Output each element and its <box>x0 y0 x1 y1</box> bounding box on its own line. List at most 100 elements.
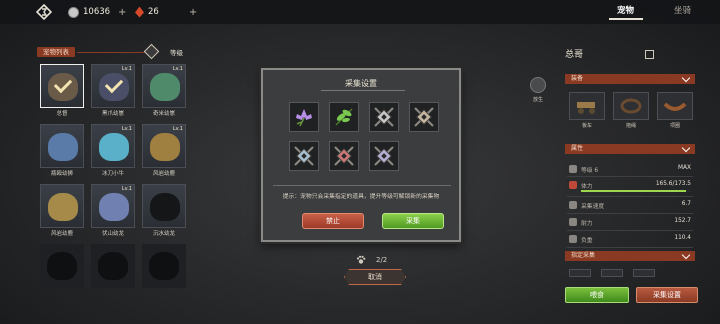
coin-icon <box>68 6 79 18</box>
attributes-section-header[interactable]: 属性 <box>565 143 695 154</box>
chevron-down-icon <box>681 143 691 153</box>
pet-level: Lv.1 <box>172 126 183 132</box>
collect-settings-button[interactable]: 采集设置 <box>636 287 698 303</box>
collectible-item[interactable] <box>329 141 359 171</box>
collectible-item[interactable] <box>409 102 439 132</box>
pet-card: Lv.1 <box>91 64 135 108</box>
title-divider <box>321 90 405 91</box>
herb-icon <box>335 108 353 126</box>
pet-card <box>40 64 84 108</box>
gem-icon <box>135 6 144 18</box>
pet-grid: 总督 Lv.1 黑爪幼崽 Lv.1 奇米幼崽 瓶殴幼狮 Lv.1 冰刀小牛 Lv.1 风岩幼鹿 风岩… <box>40 64 186 296</box>
pet-name: 总哥 <box>565 50 584 60</box>
collectible-item[interactable] <box>329 102 359 132</box>
pet-slot[interactable]: Lv.1 伏山幼龙 <box>91 184 135 237</box>
equipment-slot-cart[interactable]: 板车 <box>569 92 605 130</box>
pet-name: 风岩幼鹿 <box>152 171 175 177</box>
level-label: 等级 6 <box>581 168 599 174</box>
dialog-title: 采集设置 <box>345 79 377 88</box>
heart-icon <box>569 181 577 189</box>
endurance-row: 耐力 152.7 <box>567 214 693 231</box>
pet-card <box>142 184 186 228</box>
pet-slot[interactable]: 沉水幼龙 <box>142 184 186 237</box>
header-divider <box>77 52 145 53</box>
pet-portrait <box>99 133 129 161</box>
pet-slot[interactable]: 瓶殴幼狮 <box>40 124 84 177</box>
pet-name: 总督 <box>56 111 68 117</box>
pet-list-panel: 宠物列表 等级 总督 Lv.1 黑爪幼崽 Lv.1 奇米幼崽 瓶殴幼狮 Lv.1 冰刀小牛 Lv… <box>32 43 192 320</box>
pet-slot[interactable]: Lv.1 冰刀小牛 <box>91 124 135 177</box>
collectible-grid <box>289 102 439 171</box>
tab-mounts[interactable]: 坐骑 <box>674 4 691 16</box>
forbid-button[interactable]: 禁止 <box>302 213 364 229</box>
ore-icon <box>294 146 314 166</box>
locked-pet-slot <box>142 244 186 296</box>
stamina-bar-fill <box>581 190 686 192</box>
pet-silhouette <box>47 252 77 280</box>
collect-settings-dialog: 采集设置 提示：宠物只会采集指定的道具，提升等级可解锁新的采集物 禁止 采集 <box>261 68 461 242</box>
assigned-collect-section-header[interactable]: 指定采集 <box>565 250 695 261</box>
game-logo-icon[interactable] <box>36 4 52 20</box>
assigned-item-slot[interactable] <box>569 269 591 277</box>
release-label[interactable]: 放生 <box>527 96 549 103</box>
ore-icon <box>374 146 394 166</box>
pet-name: 风岩幼鹿 <box>50 231 73 237</box>
pet-slot[interactable]: Lv.1 奇米幼崽 <box>142 64 186 117</box>
gem-counter: 26 + <box>135 5 197 19</box>
assigned-item-slot[interactable] <box>601 269 623 277</box>
pet-card: Lv.1 <box>142 64 186 108</box>
cart-icon <box>577 102 595 114</box>
pet-detail-panel: 总哥 装备 板车 拖绳 项圈 属性 等级 6 MAX 体力 165.6/173.… <box>563 44 697 324</box>
dialog-tip: 提示：宠物只会采集指定的道具，提升等级可解锁新的采集物 <box>282 194 440 200</box>
collectible-item[interactable] <box>369 141 399 171</box>
pet-name: 沉水幼龙 <box>152 231 175 237</box>
stat-value: 152.7 <box>674 218 691 224</box>
collectible-item[interactable] <box>289 141 319 171</box>
sort-icon[interactable] <box>143 43 160 60</box>
equipment-slot-rope[interactable]: 拖绳 <box>613 92 649 130</box>
attributes-header-label: 属性 <box>571 145 584 152</box>
collar-icon <box>663 102 687 111</box>
stats-list: 等级 6 MAX 体力 165.6/173.5 采集速度 6.7 耐力 152.… <box>567 161 693 248</box>
pet-card <box>91 244 135 288</box>
sort-label[interactable]: 等级 <box>170 47 183 57</box>
stat-name: 采集速度 <box>581 204 605 210</box>
locked-pet-slot <box>91 244 135 296</box>
equipment-slot-collar[interactable]: 项圈 <box>657 92 693 130</box>
collect-button[interactable]: 采集 <box>382 213 444 229</box>
level-icon <box>569 165 577 173</box>
pet-card <box>40 124 84 168</box>
load-row: 负重 110.4 <box>567 231 693 248</box>
add-coins-button[interactable]: + <box>118 7 126 18</box>
edit-name-icon[interactable] <box>645 50 654 59</box>
pet-slot[interactable]: 风岩幼鹿 <box>40 184 84 237</box>
cancel-button[interactable]: 取消 <box>344 269 406 285</box>
assigned-item-slot[interactable] <box>633 269 655 277</box>
chevron-down-icon <box>681 73 691 83</box>
locked-pet-slot <box>40 244 84 296</box>
tab-pets[interactable]: 宠物 <box>617 4 634 16</box>
release-button-icon[interactable] <box>530 77 546 93</box>
pet-card <box>142 244 186 288</box>
pet-level: Lv.1 <box>172 66 183 72</box>
pet-name: 奇米幼崽 <box>152 111 175 117</box>
pet-slot[interactable]: Lv.1 风岩幼鹿 <box>142 124 186 177</box>
stat-name: 体力 <box>581 184 593 190</box>
add-gems-button[interactable]: + <box>189 7 197 18</box>
pet-slot[interactable]: Lv.1 黑爪幼崽 <box>91 64 135 117</box>
equipment-section-header[interactable]: 装备 <box>565 73 695 84</box>
equipment-header-label: 装备 <box>571 75 584 82</box>
pet-list-title: 宠物列表 <box>37 47 75 57</box>
pet-card <box>40 184 84 228</box>
collectible-item[interactable] <box>369 102 399 132</box>
weight-icon <box>569 235 577 243</box>
endurance-icon <box>569 218 577 226</box>
ore-icon <box>414 107 434 127</box>
pet-slot[interactable]: 总督 <box>40 64 84 117</box>
pet-name: 黑爪幼崽 <box>101 111 124 117</box>
active-tab-indicator <box>609 18 643 20</box>
coin-amount: 10636 <box>83 7 111 17</box>
collectible-item[interactable] <box>289 102 319 132</box>
feed-button[interactable]: 喂食 <box>565 287 629 303</box>
assigned-collect-row <box>569 269 655 277</box>
